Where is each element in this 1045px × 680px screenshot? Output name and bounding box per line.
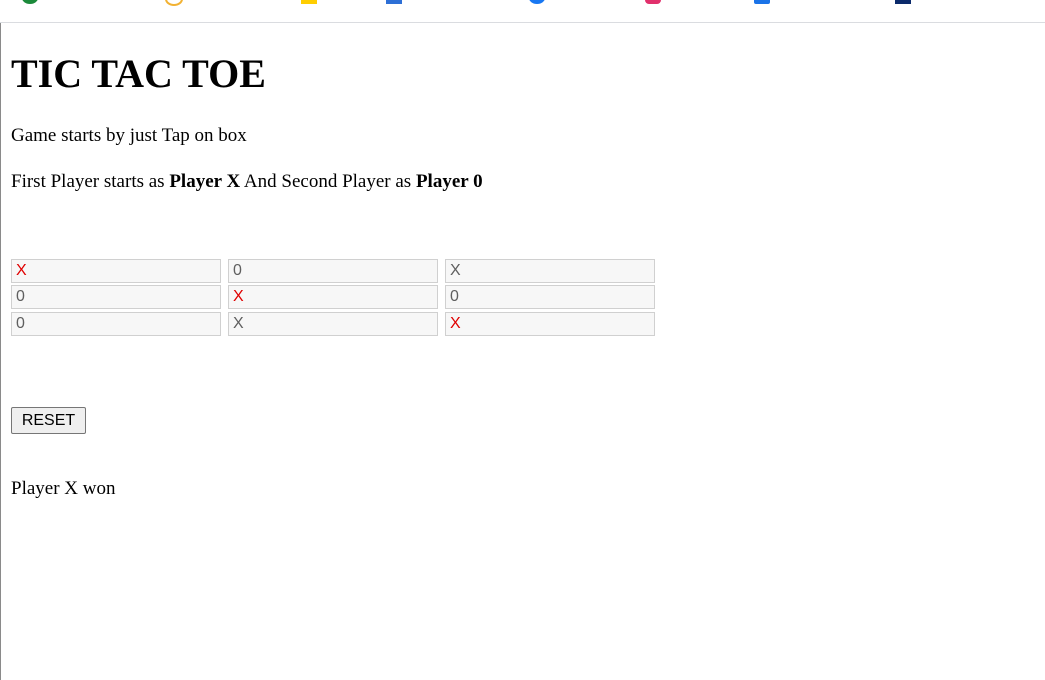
- board-cell-3[interactable]: X: [445, 259, 655, 283]
- bookmark-navy-square-icon[interactable]: [895, 0, 911, 4]
- board-cell-1[interactable]: X: [11, 259, 221, 283]
- bookmark-blue-app-icon[interactable]: [754, 0, 770, 4]
- board-cell-7[interactable]: 0: [11, 312, 221, 336]
- board-cell-8[interactable]: X: [228, 312, 438, 336]
- bookmark-blue-square-icon[interactable]: [386, 0, 402, 4]
- bookmark-instagram-icon[interactable]: [645, 0, 661, 4]
- board-cell-4[interactable]: 0: [11, 285, 221, 309]
- board-cell-2[interactable]: 0: [228, 259, 438, 283]
- players-description: First Player starts as Player X And Seco…: [11, 171, 483, 193]
- board-cell-9[interactable]: X: [445, 312, 655, 336]
- instructions-text: Game starts by just Tap on box: [11, 125, 247, 146]
- board-cell-5[interactable]: X: [228, 285, 438, 309]
- bookmarks-bar: [0, 0, 1045, 23]
- reset-button[interactable]: RESET: [11, 407, 86, 434]
- player-one-label: Player X: [169, 171, 241, 192]
- game-result-text: Player X won: [11, 478, 116, 499]
- bookmark-flag-icon[interactable]: [301, 0, 317, 4]
- bookmark-green-circle-icon[interactable]: [22, 0, 38, 4]
- window-left-edge: [0, 0, 1, 680]
- players-middle: And Second Player as: [240, 171, 416, 192]
- bookmark-facebook-icon[interactable]: [529, 0, 545, 4]
- page-title: TIC TAC TOE: [11, 51, 266, 96]
- player-two-label: Player 0: [415, 171, 483, 192]
- players-prefix: First Player starts as: [11, 171, 170, 192]
- board-cell-6[interactable]: 0: [445, 285, 655, 309]
- bookmark-smiley-icon[interactable]: [165, 0, 183, 6]
